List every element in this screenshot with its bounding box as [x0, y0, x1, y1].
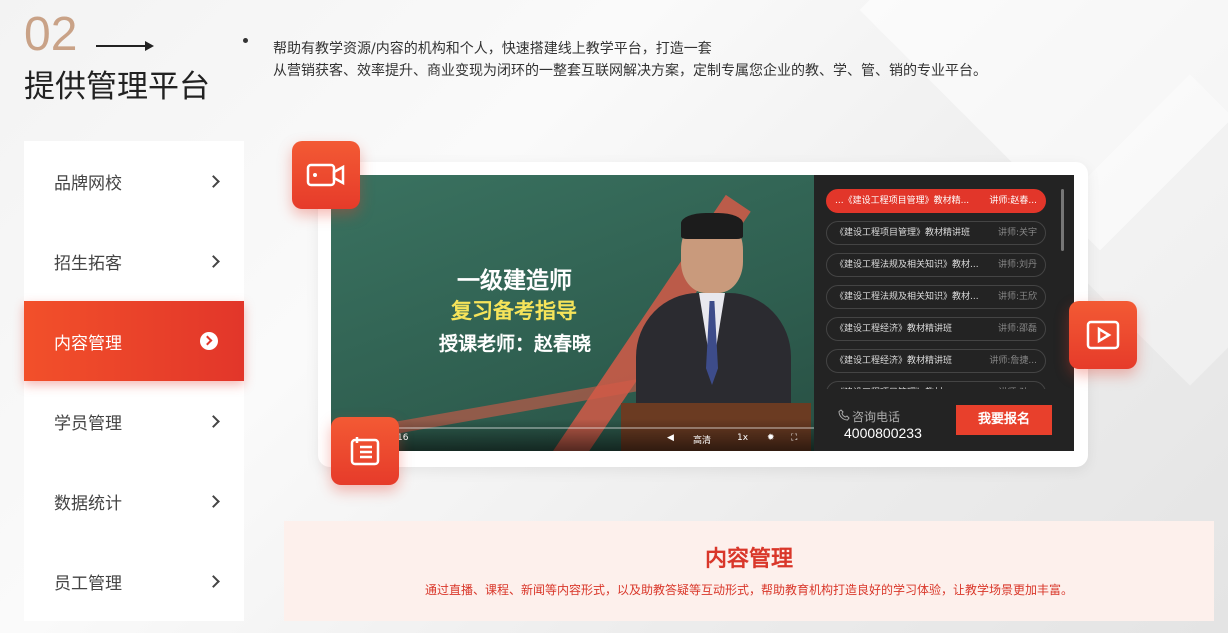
playlist-item[interactable]: 《建设工程经济》教材精讲班 讲师:邵磊: [826, 317, 1046, 341]
description-line-1: 帮助有教学资源/内容的机构和个人，快速搭建线上教学平台，打造一套: [273, 41, 712, 57]
arrow-right-icon: [96, 41, 154, 51]
nav-item-label: 品牌网校: [54, 173, 122, 194]
playlist-item-teacher: 讲师:詹捷...: [989, 356, 1037, 366]
nav-item-student-management[interactable]: 学员管理: [24, 381, 244, 461]
playlist-item-teacher: 讲师:刘丹: [997, 260, 1037, 270]
feature-description: 通过直播、课程、新闻等内容形式，以及助教答疑等互动形式，帮助教育机构打造良好的学…: [424, 583, 1073, 597]
lecturer-hair: [681, 213, 743, 239]
feature-info-box: 内容管理 通过直播、课程、新闻等内容形式，以及助教答疑等互动形式，帮助教育机构打…: [284, 521, 1214, 621]
chevron-right-icon: [207, 574, 220, 588]
phone-icon: [838, 409, 850, 421]
chevron-right-icon: [207, 494, 220, 508]
play-badge: [1069, 301, 1137, 369]
playlist-item-title: 《建设工程经济》教材精讲班: [835, 356, 953, 366]
playlist-item-teacher: 讲师:邵磊: [997, 324, 1037, 334]
video-title: 一级建造师: [457, 268, 572, 294]
settings-icon[interactable]: ✹: [767, 433, 775, 443]
playlist-item[interactable]: 《建设工程项目管理》教材精讲班 讲师:关宇: [826, 221, 1046, 245]
nav-item-staff-management[interactable]: 员工管理: [24, 541, 244, 621]
play-icon: [1086, 320, 1120, 350]
playlist-item[interactable]: ...《建设工程项目管理》教材精... 讲师:赵春...: [826, 189, 1046, 213]
feature-title: 内容管理: [704, 547, 793, 572]
playlist-item-title: 《建设工程法规及相关知识》教材...: [835, 260, 979, 270]
video-player[interactable]: 一级建造师 复习备考指导 授课老师：赵春晓 16 ◀ 高清 1x ✹ ⛶: [331, 175, 814, 451]
document-badge: [331, 417, 399, 485]
volume-icon[interactable]: ◀: [667, 433, 674, 443]
nav-item-label: 内容管理: [54, 333, 122, 354]
nav-item-label: 员工管理: [54, 573, 122, 594]
bullet-dot: [243, 38, 248, 43]
video-controls: 16 ◀ 高清 1x ✹ ⛶: [331, 419, 814, 451]
playlist-item-teacher: 讲师:赵春...: [989, 196, 1037, 206]
chevron-right-icon: [207, 414, 220, 428]
playlist-item-title: ...《建设工程项目管理》教材精...: [835, 196, 970, 206]
chevron-right-icon: [207, 254, 220, 268]
phone-label: 咨询电话: [852, 410, 901, 424]
speed-button[interactable]: 1x: [737, 433, 748, 443]
fullscreen-icon[interactable]: ⛶: [791, 433, 797, 443]
feature-nav: 品牌网校 招生拓客 内容管理 学员管理 数据统计 员工管理: [24, 141, 244, 621]
video-teacher: 授课老师：赵春晓: [439, 333, 592, 355]
nav-item-label: 招生拓客: [54, 253, 122, 274]
nav-item-content-management[interactable]: 内容管理: [24, 301, 244, 381]
nav-item-brand-school[interactable]: 品牌网校: [24, 141, 244, 221]
nav-item-label: 数据统计: [54, 493, 122, 514]
course-playlist: ...《建设工程项目管理》教材精... 讲师:赵春... 《建设工程项目管理》教…: [814, 175, 1074, 451]
chevron-right-icon: [207, 174, 220, 188]
playlist-item[interactable]: 《建设工程经济》教材精讲班 讲师:詹捷...: [826, 349, 1046, 373]
playlist-item-teacher: 讲师:王欣: [997, 292, 1037, 302]
playlist-item-title: 《建设工程经济》教材精讲班: [835, 324, 953, 334]
playlist-footer: 咨询电话 4000800233 我要报名: [814, 389, 1074, 451]
progress-bar[interactable]: [331, 427, 814, 429]
video-camera-icon: [306, 163, 345, 187]
phone-number: 4000800233: [844, 425, 922, 441]
playlist-item-teacher: 讲师:关宇: [997, 228, 1037, 238]
nav-item-recruitment[interactable]: 招生拓客: [24, 221, 244, 301]
playlist-item[interactable]: 《建设工程法规及相关知识》教材... 讲师:刘丹: [826, 253, 1046, 277]
playlist-scrollbar[interactable]: [1061, 189, 1064, 251]
playlist-item[interactable]: 《建设工程法规及相关知识》教材... 讲师:王欣: [826, 285, 1046, 309]
description-line-2: 从营销获客、效率提升、商业变现为闭环的一整套互联网解决方案，定制专属您企业的教、…: [273, 63, 987, 79]
video-camera-badge: [292, 141, 360, 209]
playlist-item-title: 《建设工程项目管理》教材精讲班: [835, 228, 971, 238]
chevron-circle-right-icon: [200, 332, 218, 350]
nav-item-data-statistics[interactable]: 数据统计: [24, 461, 244, 541]
video-subtitle: 复习备考指导: [451, 299, 577, 323]
document-list-icon: [350, 437, 380, 466]
playlist-item-title: 《建设工程法规及相关知识》教材...: [835, 292, 979, 302]
enroll-button[interactable]: 我要报名: [956, 405, 1052, 435]
nav-item-label: 学员管理: [54, 413, 122, 434]
section-description: 帮助有教学资源/内容的机构和个人，快速搭建线上教学平台，打造一套 从营销获客、效…: [273, 38, 1133, 82]
quality-button[interactable]: 高清: [693, 433, 711, 446]
section-number: 02: [24, 8, 78, 61]
section-title: 提供管理平台: [24, 69, 210, 105]
